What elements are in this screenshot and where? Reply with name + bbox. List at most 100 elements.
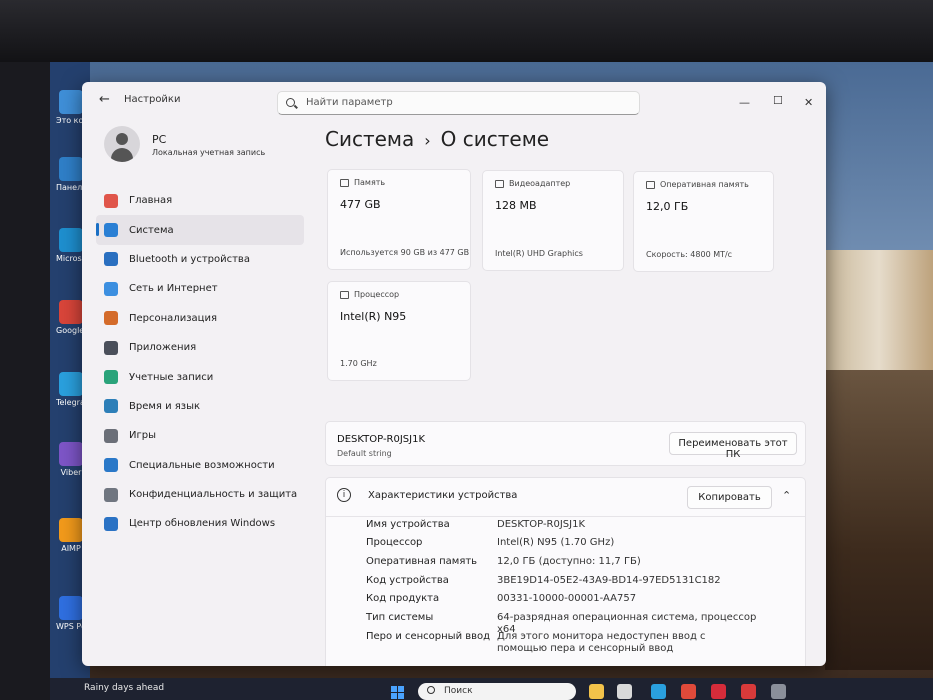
sidebar-item-update[interactable]: Центр обновления Windows — [96, 509, 304, 538]
gpu-card-label: Видеоадаптер — [495, 179, 570, 188]
ram-icon — [646, 180, 655, 189]
spec-value: 00331-10000-00001-AA757 — [497, 593, 637, 604]
windows-start-icon[interactable] — [391, 686, 404, 699]
avatar[interactable] — [104, 126, 140, 162]
specs-title[interactable]: Характеристики устройства — [368, 490, 517, 501]
system-icon — [104, 223, 118, 238]
arrow-left-icon[interactable]: ← — [99, 92, 110, 107]
update-icon — [104, 516, 118, 531]
breadcrumb: Система › О системе — [325, 127, 549, 151]
sidebar-item-label: Главная — [129, 195, 173, 207]
spec-value: 12,0 ГБ (доступно: 11,7 ГБ) — [497, 556, 641, 567]
storage-card-label: Память — [340, 178, 385, 187]
storage-label-text: Память — [354, 178, 386, 187]
wps-icon[interactable] — [617, 684, 632, 699]
weather-widget[interactable]: Rainy days ahead — [84, 683, 164, 693]
sidebar-item-shield[interactable]: Конфиденциальность и защита — [96, 480, 304, 509]
storage-card[interactable]: Память 477 GB Используется 90 GB из 477 … — [327, 169, 471, 270]
spec-value: DESKTOP-R0JSJ1K — [497, 519, 586, 530]
gamepad-icon — [104, 428, 118, 443]
search-input[interactable]: Найти параметр — [277, 91, 640, 115]
ram-card[interactable]: Оперативная память 12,0 ГБ Скорость: 480… — [633, 171, 774, 272]
cpu-frequency: 1.70 GHz — [340, 359, 377, 368]
sidebar-item-label: Приложения — [129, 342, 197, 354]
accessibility-icon — [104, 458, 118, 473]
shortcut-icon — [59, 90, 83, 114]
search-icon — [427, 686, 435, 694]
apps-icon — [104, 340, 118, 355]
settings-icon[interactable] — [771, 684, 786, 699]
wps-office-icon[interactable] — [741, 684, 756, 699]
gpu-label-text: Видеоадаптер — [509, 179, 571, 188]
title-bar: ← Настройки Найти параметр — ☐ ✕ — [82, 82, 826, 118]
sidebar-item-apps[interactable]: Приложения — [96, 333, 304, 362]
gpu-icon — [495, 179, 504, 188]
avatar-body — [111, 148, 133, 162]
globe-clock-icon — [104, 399, 118, 414]
storage-value: 477 GB — [340, 198, 381, 211]
chevron-up-icon[interactable]: ⌃ — [782, 489, 791, 502]
sidebar-item-label: Учетные записи — [129, 371, 214, 383]
sidebar-item-label: Конфиденциальность и защита — [129, 489, 298, 501]
sidebar-item-home[interactable]: Главная — [96, 186, 304, 215]
app-title: Настройки — [124, 94, 181, 105]
wallpaper-town — [825, 250, 933, 370]
copy-button[interactable]: Копировать — [687, 486, 772, 509]
sidebar-nav: Главная Система Bluetooth и устройства Сеть… — [96, 186, 304, 539]
brush-icon — [104, 311, 118, 326]
taskbar-search[interactable]: Поиск — [418, 683, 576, 700]
ram-value: 12,0 ГБ — [646, 200, 689, 213]
sidebar-item-label: Сеть и Интернет — [129, 283, 218, 295]
page-title: О системе — [440, 127, 550, 151]
spec-key: Тип системы — [366, 612, 434, 623]
ram-label-text: Оперативная память — [660, 180, 749, 189]
ram-card-label: Оперативная память — [646, 180, 749, 189]
sidebar-item-brush[interactable]: Персонализация — [96, 304, 304, 333]
device-name: DESKTOP-R0JSJ1K — [337, 434, 426, 445]
file-explorer-icon[interactable] — [589, 684, 604, 699]
sidebar-item-label: Время и язык — [129, 400, 201, 412]
cpu-card-label: Процессор — [340, 290, 399, 299]
specs-divider — [326, 516, 805, 517]
bluetooth-icon — [104, 252, 118, 267]
gpu-card[interactable]: Видеоадаптер 128 MB Intel(R) UHD Graphic… — [482, 170, 624, 271]
sidebar-item-gamepad[interactable]: Игры — [96, 421, 304, 450]
sidebar-item-globe-clock[interactable]: Время и язык — [96, 392, 304, 421]
search-icon — [286, 98, 295, 107]
shortcut-icon — [59, 372, 83, 396]
telegram-icon[interactable] — [651, 684, 666, 699]
person-icon — [104, 370, 118, 385]
shortcut-icon — [59, 596, 83, 620]
sidebar-item-label: Специальные возможности — [129, 459, 275, 471]
profile-name: PC — [152, 133, 167, 146]
ram-speed: Скорость: 4800 MT/c — [646, 250, 733, 259]
sidebar-item-label: Игры — [129, 430, 156, 442]
shortcut-icon — [59, 157, 83, 181]
spec-key: Оперативная память — [366, 556, 478, 567]
opera-icon[interactable] — [711, 684, 726, 699]
sidebar-item-accessibility[interactable]: Специальные возможности — [96, 451, 304, 480]
profile-account-type: Локальная учетная запись — [152, 148, 266, 157]
sidebar-item-system[interactable]: Система — [96, 215, 304, 245]
spec-value: Intel(R) N95 (1.70 GHz) — [497, 537, 615, 548]
device-specs-panel: i Характеристики устройства Копировать ⌃… — [325, 477, 806, 666]
device-subtitle: Default string — [337, 449, 392, 458]
taskbar-search-label: Поиск — [444, 686, 473, 696]
chrome-icon[interactable] — [681, 684, 696, 699]
wifi-icon — [104, 281, 118, 296]
spec-key: Код устройства — [366, 575, 449, 586]
sidebar-item-wifi[interactable]: Сеть и Интернет — [96, 274, 304, 303]
minimize-button[interactable]: — — [739, 96, 750, 109]
search-placeholder: Найти параметр — [306, 97, 393, 108]
maximize-button[interactable]: ☐ — [773, 94, 783, 107]
sidebar-item-person[interactable]: Учетные записи — [96, 362, 304, 391]
close-button[interactable]: ✕ — [804, 96, 813, 109]
breadcrumb-parent[interactable]: Система — [325, 127, 414, 151]
gpu-name: Intel(R) UHD Graphics — [495, 249, 583, 258]
gpu-value: 128 MB — [495, 199, 537, 212]
cpu-card[interactable]: Процессор Intel(R) N95 1.70 GHz — [327, 281, 471, 381]
rename-pc-button[interactable]: Переименовать этот ПК — [669, 432, 797, 460]
sidebar-item-label: Персонализация — [129, 312, 217, 324]
sidebar-item-bluetooth[interactable]: Bluetooth и устройства — [96, 245, 304, 274]
settings-window: ← Настройки Найти параметр — ☐ ✕ PC Лока… — [82, 82, 826, 666]
